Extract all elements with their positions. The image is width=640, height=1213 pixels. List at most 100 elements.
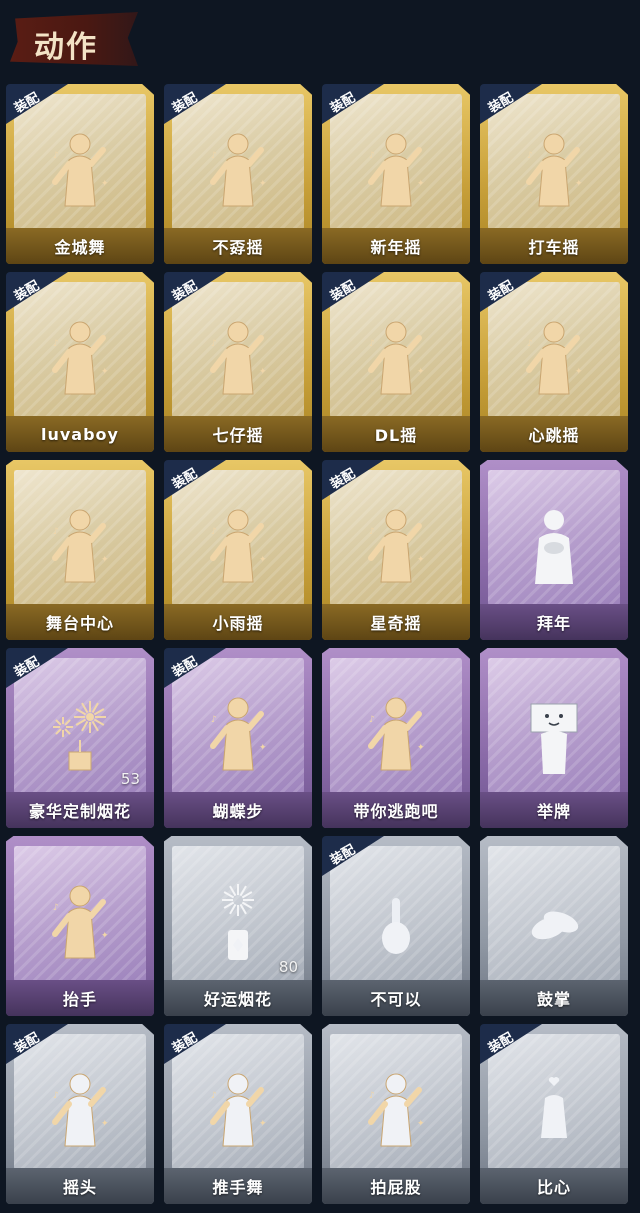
card-label: 鼓掌 — [480, 980, 628, 1016]
svg-text:✦: ✦ — [417, 743, 425, 753]
card-label: 金城舞 — [6, 228, 154, 264]
svg-text:♪: ♪ — [53, 151, 59, 161]
clap-hands-icon — [519, 880, 589, 970]
header: 动作 — [0, 0, 640, 80]
card-label: 推手舞 — [164, 1168, 312, 1204]
item-count: 53 — [120, 770, 140, 788]
dance-figure-icon: ♪ ✦ — [361, 316, 431, 406]
dance-figure-icon: ♪ ✦ — [519, 316, 589, 406]
svg-text:✦: ✦ — [417, 555, 425, 565]
action-card[interactable]: ♪ ✦ 心跳摇 装配 — [480, 272, 628, 452]
action-card[interactable]: ♪ ✦ 小雨摇 装配 — [164, 460, 312, 640]
dance-figure-icon: ♪ ✦ — [45, 316, 115, 406]
dance-figure-icon: ♪ ✦ — [45, 880, 115, 970]
svg-text:♪: ♪ — [369, 1091, 375, 1101]
svg-text:✦: ✦ — [101, 931, 109, 941]
svg-text:♪: ♪ — [211, 339, 217, 349]
action-card[interactable]: ♪ ✦ 抬手 — [6, 836, 154, 1016]
svg-text:✦: ✦ — [259, 743, 267, 753]
card-label: DL摇 — [322, 416, 470, 452]
card-label: luvaboy — [6, 416, 154, 452]
dance-figure-icon: ♪ ✦ — [203, 128, 273, 218]
card-label: 心跳摇 — [480, 416, 628, 452]
card-label: 舞台中心 — [6, 604, 154, 640]
action-card[interactable]: ♪ ✦ 拍屁股 — [322, 1024, 470, 1204]
action-card[interactable]: ♪ ✦ 推手舞 装配 — [164, 1024, 312, 1204]
dance-figure-icon: ♪ ✦ — [361, 1068, 431, 1158]
action-card[interactable]: ♪ ✦ 金城舞 装配 — [6, 84, 154, 264]
card-label: 抬手 — [6, 980, 154, 1016]
action-card[interactable]: ♪ ✦ 星奇摇 装配 — [322, 460, 470, 640]
svg-text:✦: ✦ — [259, 179, 267, 189]
dance-figure-icon: ♪ ✦ — [361, 692, 431, 782]
svg-text:✦: ✦ — [259, 1119, 267, 1129]
card-label: 不孬摇 — [164, 228, 312, 264]
page-title: 动作 — [34, 30, 98, 65]
svg-text:♪: ♪ — [53, 903, 59, 913]
dance-figure-icon: ♪ ✦ — [361, 128, 431, 218]
svg-text:♪: ♪ — [53, 527, 59, 537]
card-label: 带你逃跑吧 — [322, 792, 470, 828]
fireworks-icon — [45, 692, 115, 782]
finger-wag-icon — [361, 880, 431, 970]
action-card[interactable]: ♪ ✦ 新年摇 装配 — [322, 84, 470, 264]
card-label: 好运烟花 — [164, 980, 312, 1016]
firework-can-icon — [203, 880, 273, 970]
action-card[interactable]: 鼓掌 — [480, 836, 628, 1016]
card-label: 打车摇 — [480, 228, 628, 264]
dance-figure-icon: ♪ ✦ — [203, 1068, 273, 1158]
card-label: 新年摇 — [322, 228, 470, 264]
svg-text:♪: ♪ — [369, 151, 375, 161]
dance-figure-icon: ♪ ✦ — [45, 128, 115, 218]
action-card[interactable]: 不可以 装配 — [322, 836, 470, 1016]
action-card[interactable]: ♪ ✦ 七仔摇 装配 — [164, 272, 312, 452]
item-count: 80 — [278, 958, 298, 976]
action-card[interactable]: 拜年 — [480, 460, 628, 640]
action-card[interactable]: ♪ ✦ luvaboy 装配 — [6, 272, 154, 452]
card-label: 拍屁股 — [322, 1168, 470, 1204]
action-card[interactable]: 53 豪华定制烟花 装配 — [6, 648, 154, 828]
action-card[interactable]: 举牌 — [480, 648, 628, 828]
action-card[interactable]: 80 好运烟花 — [164, 836, 312, 1016]
svg-text:♪: ♪ — [211, 1091, 217, 1101]
card-label: 蝴蝶步 — [164, 792, 312, 828]
heart-hand-icon — [519, 1068, 589, 1158]
card-label: 小雨摇 — [164, 604, 312, 640]
svg-text:✦: ✦ — [417, 179, 425, 189]
action-card[interactable]: ♪ ✦ DL摇 装配 — [322, 272, 470, 452]
svg-text:✦: ✦ — [259, 367, 267, 377]
svg-text:♪: ♪ — [369, 527, 375, 537]
card-label: 星奇摇 — [322, 604, 470, 640]
action-card[interactable]: ♪ ✦ 打车摇 装配 — [480, 84, 628, 264]
svg-text:✦: ✦ — [101, 555, 109, 565]
svg-text:♪: ♪ — [369, 715, 375, 725]
svg-text:✦: ✦ — [575, 367, 583, 377]
dance-figure-icon: ♪ ✦ — [203, 692, 273, 782]
card-label: 比心 — [480, 1168, 628, 1204]
svg-text:♪: ♪ — [211, 151, 217, 161]
card-label: 举牌 — [480, 792, 628, 828]
dance-figure-icon: ♪ ✦ — [203, 504, 273, 594]
svg-text:✦: ✦ — [101, 179, 109, 189]
action-card[interactable]: ♪ ✦ 蝴蝶步 装配 — [164, 648, 312, 828]
svg-text:♪: ♪ — [527, 339, 533, 349]
action-card[interactable]: ♪ ✦ 摇头 装配 — [6, 1024, 154, 1204]
greeting-figure-icon — [519, 504, 589, 594]
dance-figure-icon: ♪ ✦ — [519, 128, 589, 218]
action-card[interactable]: 比心 装配 — [480, 1024, 628, 1204]
svg-text:♪: ♪ — [527, 151, 533, 161]
svg-text:✦: ✦ — [417, 367, 425, 377]
dance-figure-icon: ♪ ✦ — [45, 1068, 115, 1158]
action-card[interactable]: ♪ ✦ 不孬摇 装配 — [164, 84, 312, 264]
svg-text:♪: ♪ — [53, 1091, 59, 1101]
dance-figure-icon: ♪ ✦ — [45, 504, 115, 594]
svg-text:✦: ✦ — [417, 1119, 425, 1129]
svg-text:✦: ✦ — [575, 179, 583, 189]
dance-figure-icon: ♪ ✦ — [361, 504, 431, 594]
svg-text:♪: ♪ — [53, 339, 59, 349]
svg-text:✦: ✦ — [101, 367, 109, 377]
svg-text:♪: ♪ — [211, 527, 217, 537]
action-card[interactable]: ♪ ✦ 舞台中心 — [6, 460, 154, 640]
svg-text:♪: ♪ — [211, 715, 217, 725]
action-card[interactable]: ♪ ✦ 带你逃跑吧 — [322, 648, 470, 828]
